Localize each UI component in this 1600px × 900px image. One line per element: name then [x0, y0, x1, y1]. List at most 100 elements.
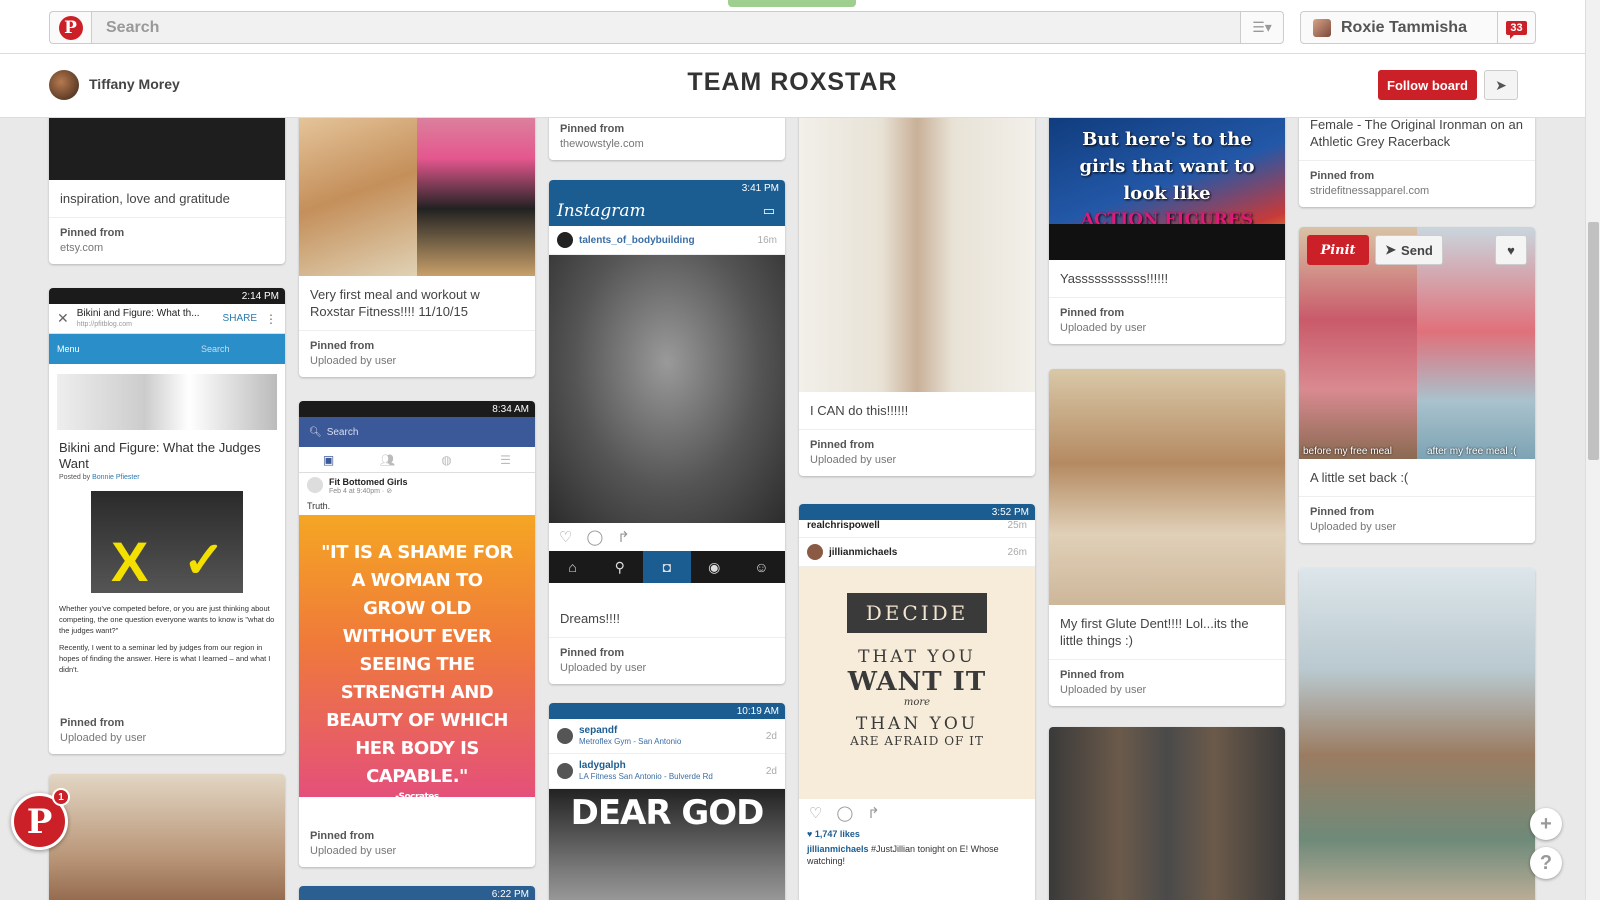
- share-icon[interactable]: ↱: [617, 528, 630, 546]
- quote-author: -Socrates: [395, 792, 439, 802]
- pin-card[interactable]: 3:41 PM Instagram ▭ talents_of_bodybuild…: [549, 180, 785, 684]
- pin-source-value: Uploaded by user: [1060, 322, 1147, 334]
- send-board-button[interactable]: ➤: [1484, 70, 1518, 100]
- pin-source[interactable]: Pinned from thewowstyle.com: [549, 118, 785, 160]
- pin-card[interactable]: [1299, 568, 1535, 900]
- heart-icon[interactable]: ♡: [559, 528, 572, 546]
- post-location: LA Fitness San Antonio - Bulverde Rd: [579, 772, 713, 781]
- menu-button[interactable]: ☰▾: [1240, 11, 1284, 44]
- pin-source[interactable]: Pinned from Uploaded by user: [299, 821, 535, 867]
- pin-card[interactable]: Female - The Original Ironman on an Athl…: [1299, 118, 1535, 207]
- quote-image: "IT IS A SHAME FOR A WOMAN TO GROW OLD W…: [299, 515, 535, 802]
- pin-card[interactable]: inspiration, love and gratitude Pinned f…: [49, 118, 285, 264]
- pin-card[interactable]: 10:19 AM sepandf Metroflex Gym - San Ant…: [549, 703, 785, 900]
- pin-card[interactable]: My first Glute Dent!!!! Lol...its the li…: [1049, 369, 1285, 706]
- post-text: Truth.: [307, 501, 331, 511]
- pin-card[interactable]: 2:14 PM ✕ Bikini and Figure: What th... …: [49, 288, 285, 754]
- post-time: Feb 4 at 9:40pm · ⊘: [329, 488, 393, 495]
- scrollbar-thumb[interactable]: [1588, 222, 1599, 460]
- pin-image[interactable]: before my free meal after my free meal :…: [1299, 227, 1535, 459]
- pin-source[interactable]: Pinned from Uploaded by user: [299, 331, 535, 377]
- pin-image[interactable]: [1049, 727, 1285, 900]
- pin-image[interactable]: [799, 118, 1035, 392]
- search-icon: ⚲: [614, 558, 625, 575]
- pin-card[interactable]: [1049, 727, 1285, 900]
- notifications-button[interactable]: 33: [1497, 11, 1535, 44]
- pin-description: Yasssssssssss!!!!!!: [1049, 260, 1285, 298]
- pin-image[interactable]: 10:19 AM sepandf Metroflex Gym - San Ant…: [549, 703, 785, 900]
- x-mark-icon: X: [111, 530, 149, 593]
- pin-card[interactable]: Very first meal and workout w Roxstar Fi…: [299, 118, 535, 377]
- pin-image[interactable]: [299, 118, 535, 276]
- pin-source-label: Pinned from: [560, 647, 625, 659]
- friends-icon: 👥︎: [379, 453, 396, 467]
- comment-icon[interactable]: ◯: [836, 804, 853, 822]
- pinterest-home-button[interactable]: P: [49, 11, 91, 44]
- user-profile-button[interactable]: Roxie Tammisha 33: [1300, 11, 1536, 44]
- pin-source[interactable]: Pinned from Uploaded by user: [49, 708, 285, 754]
- pin-source-value: Uploaded by user: [560, 662, 647, 674]
- board-title: TEAM ROXSTAR: [687, 68, 898, 96]
- follow-board-button[interactable]: Follow board: [1378, 70, 1477, 100]
- pin-source[interactable]: Pinned from Uploaded by user: [1299, 497, 1535, 543]
- send-pin-button[interactable]: ➤ Send: [1375, 235, 1443, 265]
- pin-source[interactable]: Pinned from etsy.com: [49, 218, 285, 264]
- pin-card[interactable]: 6:22 PM: [299, 886, 535, 900]
- help-button[interactable]: ?: [1530, 847, 1562, 879]
- pin-source-label: Pinned from: [810, 439, 875, 451]
- heart-icon: ♥: [1507, 242, 1515, 258]
- pin-source[interactable]: Pinned from Uploaded by user: [1049, 298, 1285, 344]
- like-pin-button[interactable]: ♥: [1495, 235, 1527, 265]
- pin-card[interactable]: 8:34 AM 🔍︎ Search ▣ 👥︎ ◍ ☰ Fit Bottomed …: [299, 401, 535, 867]
- instagram-post-header: jillianmichaels 26m: [799, 538, 1035, 567]
- heart-icon[interactable]: ♡: [809, 804, 822, 822]
- search-placeholder: Search: [106, 18, 160, 36]
- page-scrollbar[interactable]: [1585, 0, 1600, 900]
- comment-icon[interactable]: ◯: [586, 528, 603, 546]
- phone-status-bar: 6:22 PM: [299, 886, 535, 900]
- more-vertical-icon: ⋮: [265, 311, 277, 326]
- add-pin-button[interactable]: +: [1530, 808, 1562, 840]
- pin-source[interactable]: Pinned from Uploaded by user: [1049, 660, 1285, 706]
- likes-count: ♥ 1,747 likes: [807, 829, 860, 839]
- pin-card[interactable]: before my free meal after my free meal :…: [1299, 227, 1535, 543]
- pinterest-logo-icon: P: [26, 801, 53, 842]
- home-icon: ⌂: [568, 559, 577, 575]
- search-input[interactable]: Search: [91, 11, 1241, 44]
- post-caption: jillianmichaels #JustJillian tonight on …: [807, 844, 999, 866]
- pin-image[interactable]: [1049, 369, 1285, 605]
- pin-source[interactable]: Pinned from Uploaded by user: [549, 638, 785, 684]
- instagram-header: Instagram ▭: [549, 196, 785, 226]
- pin-image[interactable]: 2:14 PM ✕ Bikini and Figure: What th... …: [49, 288, 285, 708]
- pin-image[interactable]: 3:52 PM realchrispowell 25m jillianmicha…: [799, 504, 1035, 900]
- pin-it-button[interactable]: Pinit: [1307, 235, 1369, 265]
- pin-card[interactable]: Pinned from thewowstyle.com: [549, 118, 785, 160]
- pin-image[interactable]: But here's to the girls that want to loo…: [1049, 118, 1285, 260]
- pin-image[interactable]: 3:41 PM Instagram ▭ talents_of_bodybuild…: [549, 180, 785, 600]
- pin-source[interactable]: Pinned from Uploaded by user: [799, 430, 1035, 476]
- pin-image[interactable]: [49, 118, 285, 180]
- workout-photo: [417, 118, 535, 276]
- plus-icon: +: [1540, 812, 1552, 835]
- pin-image[interactable]: [49, 774, 285, 900]
- user-avatar: [807, 544, 823, 560]
- pin-card[interactable]: [49, 774, 285, 900]
- pin-image[interactable]: 8:34 AM 🔍︎ Search ▣ 👥︎ ◍ ☰ Fit Bottomed …: [299, 401, 535, 813]
- pin-card[interactable]: 3:52 PM realchrispowell 25m jillianmicha…: [799, 504, 1035, 900]
- pin-source[interactable]: Pinned from stridefitnessapparel.com: [1299, 161, 1535, 207]
- pin-image[interactable]: 6:22 PM: [299, 886, 535, 900]
- share-icon[interactable]: ↱: [867, 804, 880, 822]
- site-menu-label: Menu: [57, 344, 80, 354]
- quote-poster: DECIDE THAT YOU WANT IT more THAN YOU AR…: [799, 567, 1035, 799]
- pin-description: Female - The Original Ironman on an Athl…: [1299, 118, 1535, 161]
- pin-description: My first Glute Dent!!!! Lol...its the li…: [1049, 605, 1285, 660]
- camera-icon: ◘: [643, 551, 691, 583]
- pin-source-label: Pinned from: [60, 227, 125, 239]
- pin-image[interactable]: [1299, 568, 1535, 900]
- pin-card[interactable]: I CAN do this!!!!!! Pinned from Uploaded…: [799, 118, 1035, 476]
- image-bottom-bar: [1049, 224, 1285, 260]
- pin-source-label: Pinned from: [1060, 669, 1125, 681]
- paper-plane-icon: ➤: [1385, 242, 1397, 257]
- pin-card[interactable]: But here's to the girls that want to loo…: [1049, 118, 1285, 344]
- hamburger-icon: ☰▾: [1252, 19, 1272, 35]
